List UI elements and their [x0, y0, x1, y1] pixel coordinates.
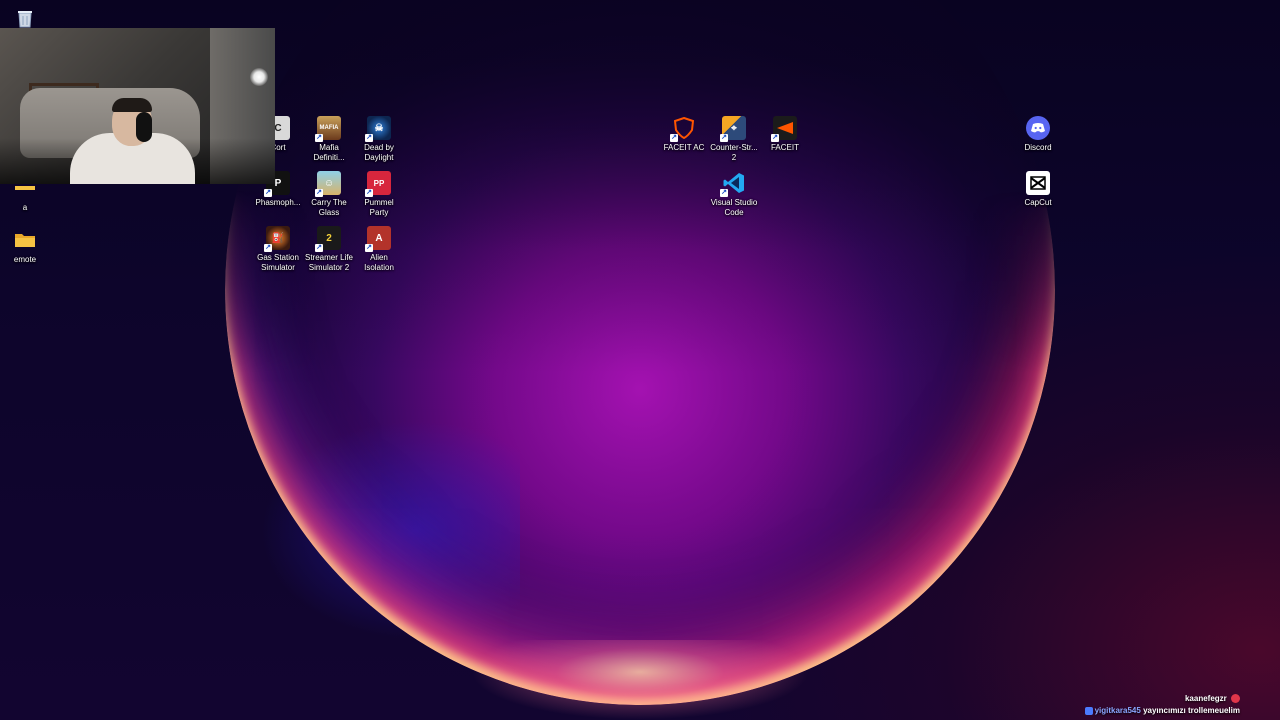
chat-text: yayıncımızı trollemeuelim	[1143, 706, 1240, 715]
faceit-icon: ↗	[771, 116, 797, 142]
webcam-light	[250, 68, 268, 86]
capcut-icon	[1026, 171, 1050, 195]
carry-the-glass-icon: ☺ ↗	[315, 171, 341, 197]
chat-message: kaanefegzr	[980, 693, 1240, 705]
headset-icon	[136, 112, 152, 142]
desktop-icon-label: Counter-Str... 2	[710, 143, 758, 162]
webcam-person-hair	[112, 98, 152, 112]
wallpaper-flare	[470, 640, 810, 720]
desktop-icon-label: FACEIT	[770, 143, 799, 152]
shortcut-arrow-icon: ↗	[365, 244, 373, 252]
desktop-icon-label: Discord	[1024, 143, 1052, 152]
vscode-icon: ↗	[720, 171, 746, 197]
desktop-icon-label: Dead by Daylight	[364, 143, 394, 162]
desktop-icon-label: CapCut	[1024, 198, 1052, 207]
shortcut-arrow-icon: ↗	[771, 134, 779, 142]
shortcut-arrow-icon: ↗	[720, 189, 728, 197]
recycle-bin-icon	[13, 6, 37, 30]
chat-badge-icon	[1084, 706, 1093, 715]
webcam-overlay	[0, 28, 275, 184]
desktop-icon-label: FACEIT AC	[663, 143, 705, 152]
shortcut-arrow-icon: ↗	[365, 189, 373, 197]
desktop-icon-label: a	[22, 203, 28, 212]
dead-by-daylight-icon: ☠ ↗	[365, 116, 391, 142]
shortcut-arrow-icon: ↗	[365, 134, 373, 142]
faceit-ac-icon: ↗	[670, 116, 696, 142]
counter-strike-icon: ⌖ ↗	[720, 116, 746, 142]
shortcut-arrow-icon: ↗	[315, 244, 323, 252]
pummel-party-icon: PP ↗	[365, 171, 391, 197]
desktop-icon-label: Gas Station Simulator	[257, 253, 299, 272]
shortcut-arrow-icon: ↗	[315, 189, 323, 197]
desktop-icon-label: Visual Studio Code	[710, 198, 758, 217]
desktop-icon-label: Streamer Life Simulator 2	[304, 253, 354, 272]
desktop-icon-label: Carry The Glass	[311, 198, 347, 217]
desktop-icon-label: Pummel Party	[364, 198, 394, 217]
gas-station-icon: ⛽ ↗	[264, 226, 290, 252]
desktop-icon-capcut[interactable]: CapCut	[1006, 171, 1070, 208]
shortcut-arrow-icon: ↗	[264, 244, 272, 252]
desktop[interactable]: a emote C↗ Cort P↗ Phasmoph... ⛽↗ Gas St…	[0, 0, 1280, 720]
mafia-icon: MAFIA ↗	[315, 116, 341, 142]
discord-icon	[1026, 116, 1050, 140]
desktop-icon-pummel-party[interactable]: PP ↗ Pummel Party	[347, 171, 411, 218]
stream-chat: kaanefegzr yigitkara545 yayıncımızı trol…	[980, 693, 1240, 717]
shortcut-arrow-icon: ↗	[315, 134, 323, 142]
shortcut-arrow-icon: ↗	[264, 189, 272, 197]
shortcut-arrow-icon: ↗	[720, 134, 728, 142]
alien-isolation-icon: A ↗	[365, 226, 391, 252]
desktop-icon-emote[interactable]: emote	[0, 228, 57, 265]
desktop-icon-label: emote	[13, 255, 37, 264]
chat-emote-icon	[1231, 694, 1240, 704]
desktop-icon-dead-by-daylight[interactable]: ☠ ↗ Dead by Daylight	[347, 116, 411, 163]
desktop-icon-discord[interactable]: Discord	[1006, 116, 1070, 153]
desktop-icon-faceit[interactable]: ↗ FACEIT	[753, 116, 817, 153]
desktop-icon-vscode[interactable]: ↗ Visual Studio Code	[702, 171, 766, 218]
chat-username: kaanefegzr	[1184, 694, 1227, 703]
desktop-icon-recycle-bin[interactable]	[0, 6, 57, 30]
desktop-icon-label: Alien Isolation	[364, 253, 394, 272]
chat-username: yigitkara545	[1094, 706, 1141, 715]
desktop-icon-label: Phasmoph...	[255, 198, 301, 207]
desktop-icon-alien-isolation[interactable]: A ↗ Alien Isolation	[347, 226, 411, 273]
desktop-icon-label: Mafia Definiti...	[313, 143, 345, 162]
shortcut-arrow-icon: ↗	[670, 134, 678, 142]
streamer-life-icon: 2 ↗	[315, 226, 341, 252]
folder-icon	[13, 228, 37, 252]
chat-message: yigitkara545 yayıncımızı trollemeuelim	[980, 705, 1240, 717]
